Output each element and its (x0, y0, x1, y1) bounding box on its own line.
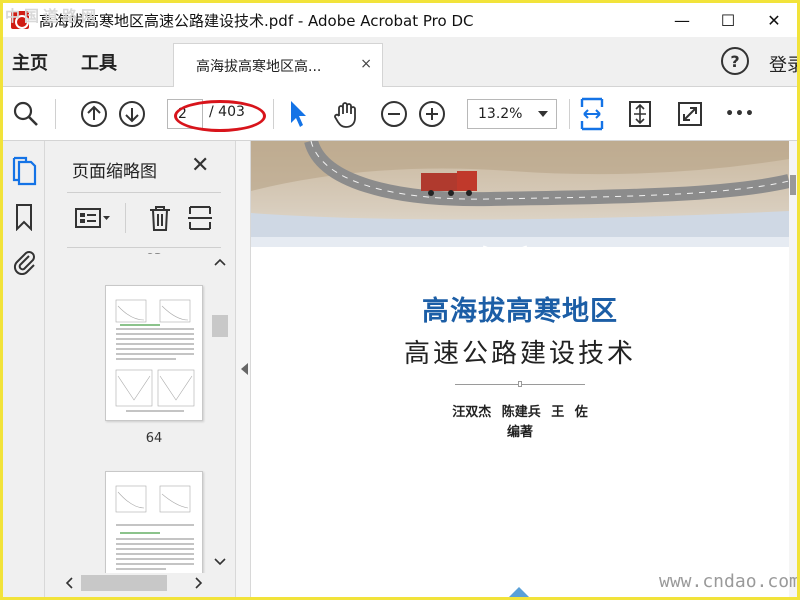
hand-tool-icon[interactable] (329, 97, 363, 131)
minimize-button[interactable]: — (659, 3, 705, 37)
thumbnail-scrollbar[interactable] (211, 253, 229, 573)
scrollbar-thumb[interactable] (212, 315, 228, 337)
acrobat-window: 高海拔高寒地区高速公路建设技术.pdf - Adobe Acrobat Pro … (0, 0, 800, 600)
thumbnail-label: 63 (105, 253, 203, 258)
fit-page-icon[interactable] (625, 98, 655, 130)
thumbnail-label: 64 (145, 431, 163, 446)
tab-document[interactable]: 高海拔高寒地区高... × (173, 43, 383, 87)
search-icon[interactable] (11, 99, 41, 129)
thumbnail-list: 63 64 (67, 253, 231, 593)
sign-in-button[interactable]: 登录 (769, 51, 797, 77)
left-rail (3, 141, 45, 597)
more-icon[interactable]: ••• (723, 99, 757, 129)
fullscreen-icon[interactable] (675, 99, 705, 129)
trash-icon[interactable] (145, 203, 175, 233)
title-bar: 高海拔高寒地区高速公路建设技术.pdf - Adobe Acrobat Pro … (3, 3, 797, 37)
toolbar: 2 / 403 13.2% ••• (3, 87, 797, 141)
cover-title: 高海拔高寒地区 (422, 296, 618, 327)
maximize-button[interactable]: ☐ (705, 3, 751, 37)
attachment-icon[interactable] (9, 245, 39, 277)
thumbnail-page[interactable] (105, 285, 203, 421)
close-panel-icon[interactable]: ✕ (191, 153, 209, 178)
page-down-icon[interactable] (117, 99, 147, 129)
annotation-circle (174, 100, 266, 132)
crop-icon[interactable] (185, 203, 215, 233)
zoom-in-icon[interactable] (417, 99, 447, 129)
fit-width-icon[interactable] (577, 96, 607, 132)
cover-divider-ornament (518, 381, 522, 387)
bookmark-icon[interactable] (9, 201, 39, 233)
zoom-value: 13.2% (478, 106, 523, 122)
help-button[interactable]: ? (721, 47, 749, 75)
scrollbar-thumb[interactable] (81, 575, 167, 591)
page-up-icon[interactable] (79, 99, 109, 129)
watermark: www.cndao.com (659, 571, 800, 592)
publisher-logo-icon (509, 587, 529, 597)
collapse-panel-icon[interactable] (241, 363, 248, 375)
tab-tools[interactable]: 工具 (81, 49, 117, 75)
close-window-button[interactable]: ✕ (751, 3, 797, 37)
window-controls: — ☐ ✕ (659, 3, 797, 37)
thumbnail-hscrollbar[interactable] (61, 573, 211, 593)
cover-subtitle: 高速公路建设技术 (403, 339, 636, 369)
watermark: 中国道路网 (5, 7, 101, 25)
scrollbar-thumb[interactable] (790, 175, 796, 195)
window-title: 高海拔高寒地区高速公路建设技术.pdf - Adobe Acrobat Pro … (39, 11, 474, 30)
options-icon[interactable] (73, 203, 113, 233)
thumbnails-icon[interactable] (9, 155, 39, 187)
cover-authors: 汪双杰 陈建兵 王 佐 (452, 405, 588, 420)
cover-photo (251, 141, 789, 247)
document-view[interactable]: 高海拔高寒地区 高速公路建设技术 汪双杰 陈建兵 王 佐 编著 (251, 141, 789, 597)
document-scrollbar[interactable] (789, 141, 797, 597)
tab-home[interactable]: 主页 (12, 49, 48, 75)
panel-title: 页面缩略图 (72, 162, 157, 182)
select-pointer-icon[interactable] (283, 97, 313, 131)
zoom-select[interactable]: 13.2% (467, 99, 557, 129)
close-tab-icon[interactable]: × (360, 56, 372, 72)
cover-editor: 编著 (506, 425, 533, 440)
zoom-out-icon[interactable] (379, 99, 409, 129)
thumbnail-panel: 页面缩略图 ✕ 63 (45, 141, 235, 597)
document-tab-label: 高海拔高寒地区高... (196, 58, 322, 75)
chevron-down-icon (538, 111, 548, 117)
tab-row: 主页 工具 高海拔高寒地区高... × ? 登录 (3, 37, 797, 87)
